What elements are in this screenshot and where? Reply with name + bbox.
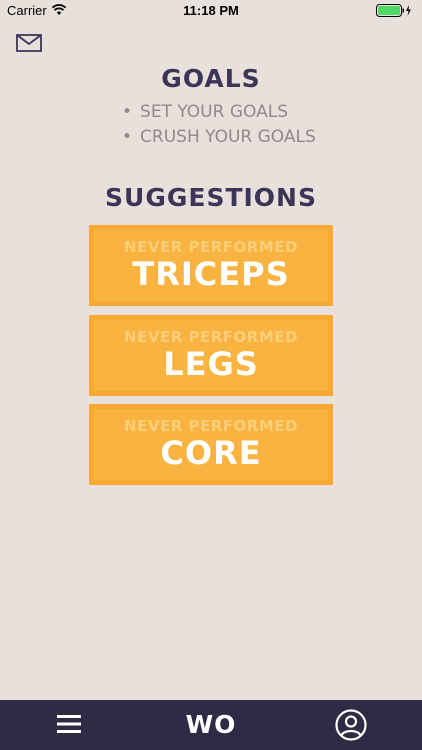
goal-item: CRUSH YOUR GOALS xyxy=(122,125,316,150)
suggestion-label: LEGS xyxy=(163,345,259,383)
suggestion-label: TRICEPS xyxy=(132,255,290,293)
goal-item: SET YOUR GOALS xyxy=(122,100,316,125)
battery-icon xyxy=(376,4,411,17)
goals-list: SET YOUR GOALS CRUSH YOUR GOALS xyxy=(122,100,316,150)
suggestion-card-inner: NEVER PERFORMED TRICEPS xyxy=(94,230,328,301)
suggestion-subtitle: NEVER PERFORMED xyxy=(124,417,298,435)
status-time: 11:18 PM xyxy=(183,3,239,18)
status-bar: Carrier 11:18 PM xyxy=(0,0,422,22)
profile-icon[interactable] xyxy=(335,709,367,741)
mail-icon[interactable] xyxy=(16,34,42,52)
suggestions-title: SUGGESTIONS xyxy=(105,183,317,212)
suggestion-subtitle: NEVER PERFORMED xyxy=(124,328,298,346)
goals-title: GOALS xyxy=(161,64,261,93)
suggestion-card-inner: NEVER PERFORMED CORE xyxy=(94,409,328,480)
suggestion-card-triceps[interactable]: NEVER PERFORMED TRICEPS xyxy=(89,225,333,306)
tab-bar: WO xyxy=(0,700,422,750)
suggestion-card-legs[interactable]: NEVER PERFORMED LEGS xyxy=(89,315,333,396)
suggestion-card-core[interactable]: NEVER PERFORMED CORE xyxy=(89,404,333,485)
suggestion-subtitle: NEVER PERFORMED xyxy=(124,238,298,256)
suggestion-card-inner: NEVER PERFORMED LEGS xyxy=(94,320,328,391)
suggestion-label: CORE xyxy=(160,434,262,472)
